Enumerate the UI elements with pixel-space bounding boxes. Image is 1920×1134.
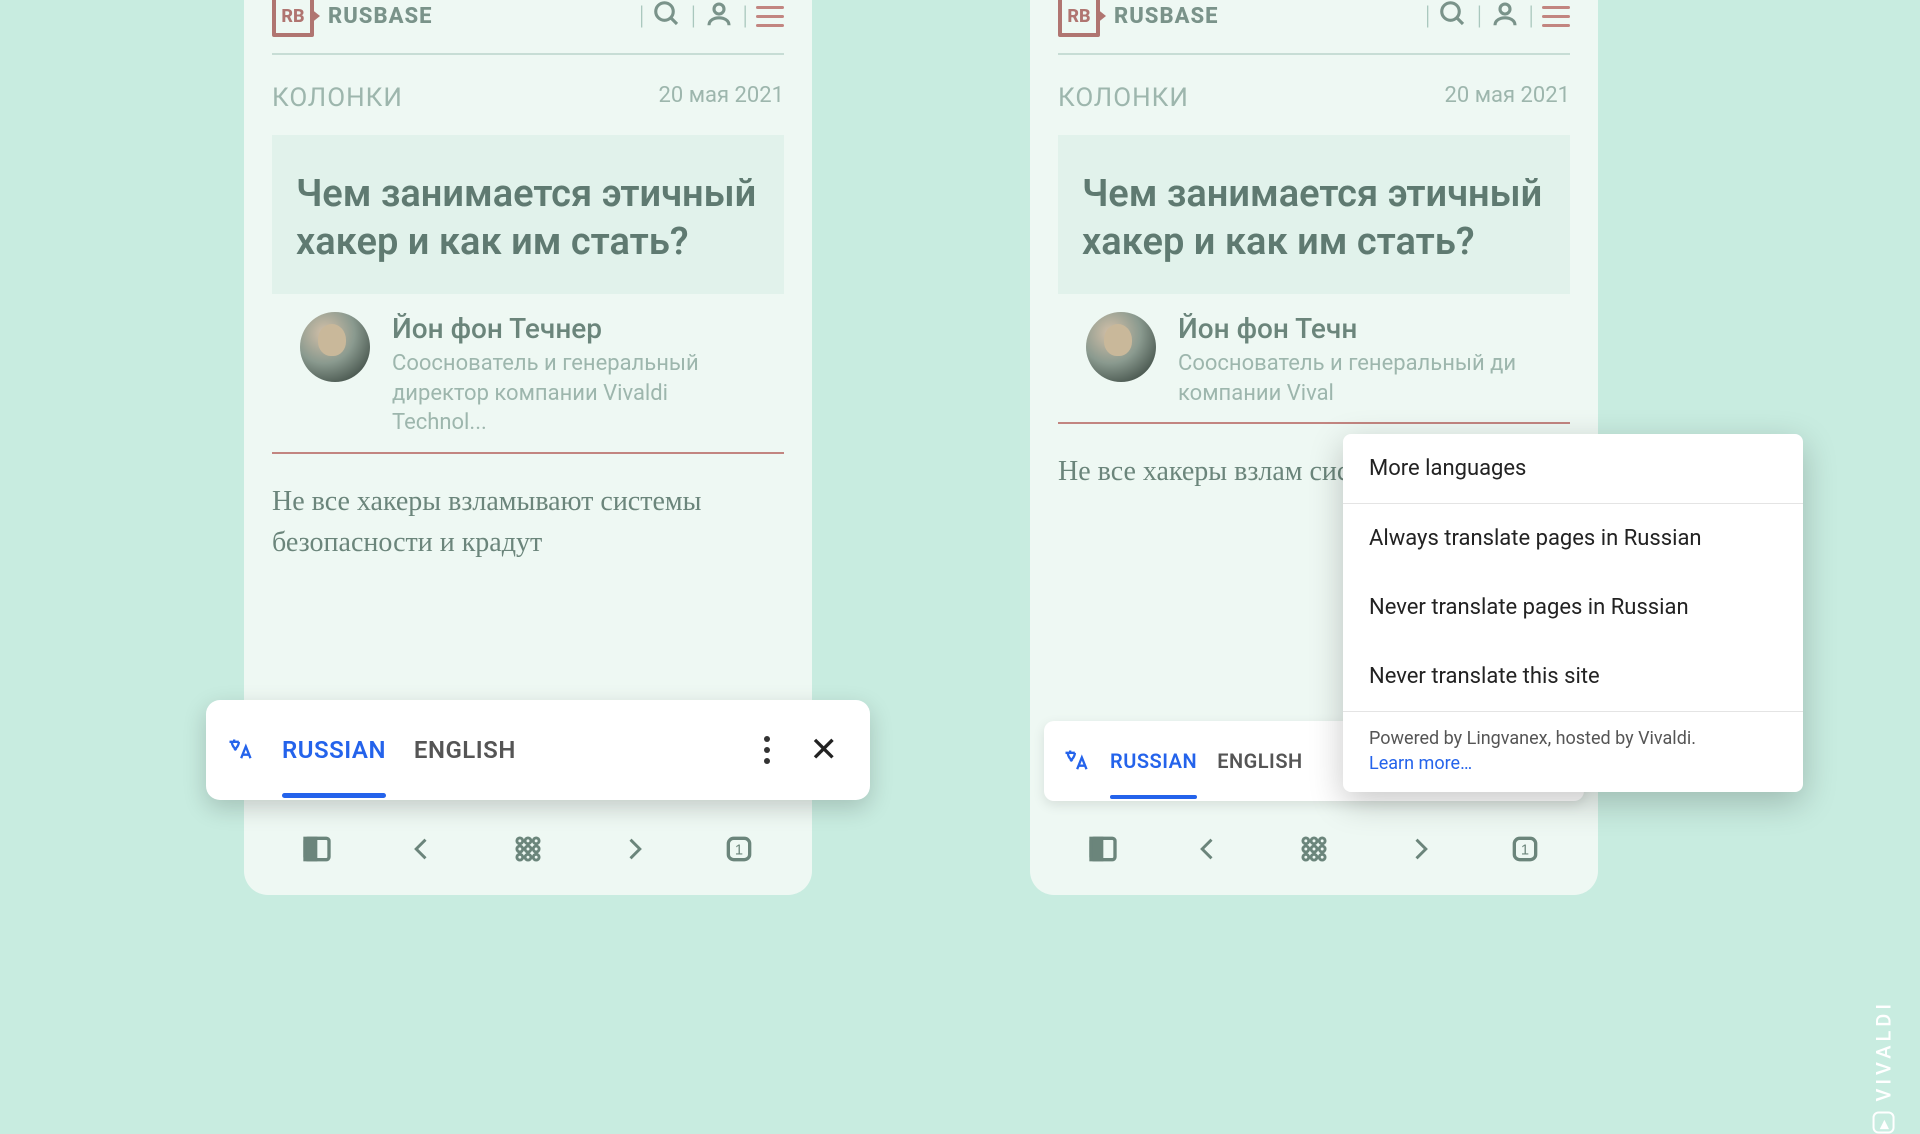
menu-never-translate-lang[interactable]: Never translate pages in Russian: [1343, 573, 1803, 642]
translate-tab-target[interactable]: ENGLISH: [414, 736, 516, 764]
browser-bottom-nav: 1: [1030, 803, 1598, 895]
back-icon[interactable]: [1188, 829, 1228, 869]
logo-text: RUSBASE: [328, 4, 432, 29]
browser-bottom-nav: 1: [244, 803, 812, 895]
back-icon[interactable]: [402, 829, 442, 869]
hamburger-menu-icon[interactable]: [756, 6, 784, 27]
article-title-block: Чем занимается этичный хакер и как им ст…: [272, 135, 784, 294]
menu-more-languages[interactable]: More languages: [1343, 434, 1803, 503]
panel-icon[interactable]: [1083, 829, 1123, 869]
author-block[interactable]: Йон фон Течнер Сооснователь и генеральны…: [272, 294, 784, 454]
author-name: Йон фон Течн: [1178, 312, 1542, 345]
article-title-block: Чем занимается этичный хакер и как им ст…: [1058, 135, 1570, 294]
translate-options-popup: More languages Always translate pages in…: [1343, 434, 1803, 792]
author-block[interactable]: Йон фон Течн Сооснователь и генеральный …: [1058, 294, 1570, 422]
translate-tab-source[interactable]: RUSSIAN: [1110, 749, 1197, 773]
article-category[interactable]: КОЛОНКИ: [272, 83, 403, 113]
forward-icon[interactable]: [1400, 829, 1440, 869]
author-avatar: [1086, 312, 1156, 382]
user-icon[interactable]: [704, 0, 734, 33]
separator: |: [639, 1, 645, 31]
powered-by-text: Powered by Lingvanex, hosted by Vivaldi.: [1369, 728, 1696, 749]
tabs-icon[interactable]: 1: [1505, 829, 1545, 869]
article-body: Не все хакеры взламывают системы безопас…: [244, 454, 812, 563]
forward-icon[interactable]: [614, 829, 654, 869]
logo-badge: RB: [272, 0, 314, 37]
more-options-icon[interactable]: [756, 728, 778, 772]
site-logo[interactable]: RB RUSBASE: [1058, 0, 1218, 37]
svg-text:1: 1: [735, 842, 743, 858]
translate-tab-target[interactable]: ENGLISH: [1217, 749, 1303, 773]
article-date: 20 мая 2021: [659, 83, 784, 113]
site-header: RB RUSBASE | | |: [1030, 0, 1598, 53]
separator: |: [742, 1, 748, 31]
speed-dial-icon[interactable]: [1294, 829, 1334, 869]
menu-always-translate[interactable]: Always translate pages in Russian: [1343, 504, 1803, 573]
author-role: Сооснователь и генеральный директор комп…: [392, 349, 756, 438]
translate-bar: RUSSIAN ENGLISH ✕: [206, 700, 870, 800]
site-logo[interactable]: RB RUSBASE: [272, 0, 432, 37]
popup-footer: Powered by Lingvanex, hosted by Vivaldi.…: [1343, 712, 1803, 792]
user-icon[interactable]: [1490, 0, 1520, 33]
article-category[interactable]: КОЛОНКИ: [1058, 83, 1189, 113]
vivaldi-watermark: ▶ VIVALDI: [1872, 1000, 1896, 1134]
author-role: Сооснователь и генеральный ди компании V…: [1178, 349, 1542, 408]
separator: |: [690, 1, 696, 31]
translate-icon: [226, 736, 254, 764]
vivaldi-logo-icon: ▶: [1873, 1112, 1895, 1134]
translate-icon: [1062, 747, 1090, 775]
speed-dial-icon[interactable]: [508, 829, 548, 869]
author-name: Йон фон Течнер: [392, 312, 756, 345]
translate-tab-source[interactable]: RUSSIAN: [282, 736, 386, 764]
tabs-icon[interactable]: 1: [719, 829, 759, 869]
article-title: Чем занимается этичный хакер и как им ст…: [296, 171, 760, 266]
search-icon[interactable]: [1438, 0, 1468, 33]
article-title: Чем занимается этичный хакер и как им ст…: [1082, 171, 1546, 266]
logo-text: RUSBASE: [1114, 4, 1218, 29]
learn-more-link[interactable]: Learn more…: [1369, 753, 1777, 774]
close-icon[interactable]: ✕: [806, 726, 843, 774]
logo-badge: RB: [1058, 0, 1100, 37]
author-avatar: [300, 312, 370, 382]
site-header: RB RUSBASE | | |: [244, 0, 812, 53]
svg-text:1: 1: [1521, 842, 1529, 858]
menu-never-translate-site[interactable]: Never translate this site: [1343, 642, 1803, 711]
search-icon[interactable]: [652, 0, 682, 33]
hamburger-menu-icon[interactable]: [1542, 6, 1570, 27]
article-date: 20 мая 2021: [1445, 83, 1570, 113]
panel-icon[interactable]: [297, 829, 337, 869]
